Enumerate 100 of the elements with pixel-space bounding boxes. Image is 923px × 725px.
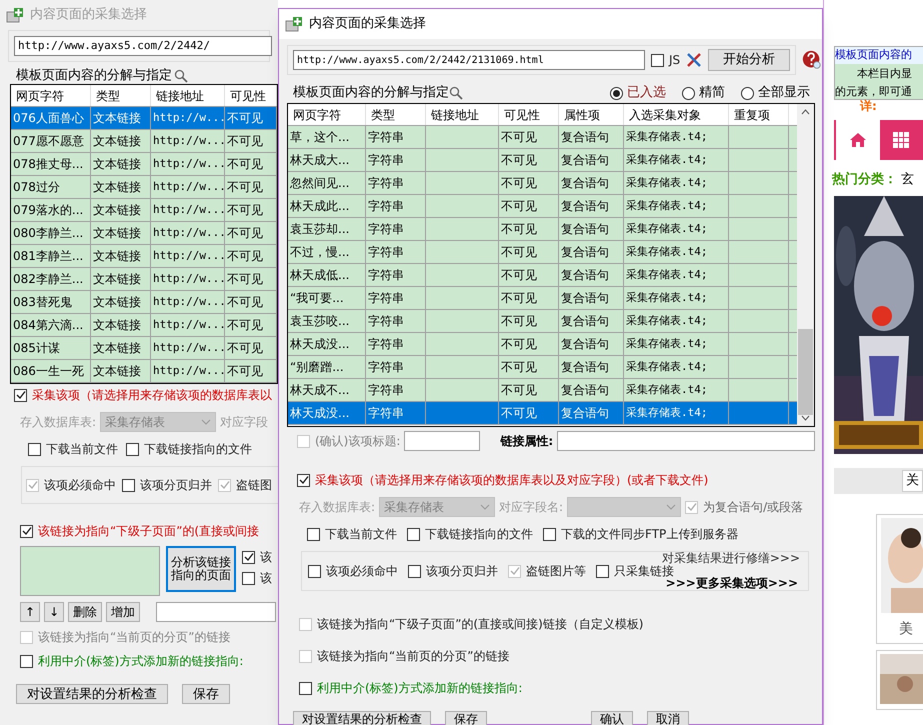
table-row[interactable]: 草，这个... 字符串 不可见 复合语句 采集存储表.t4;: [288, 126, 797, 149]
radio-button[interactable]: [741, 86, 754, 100]
column-header[interactable]: 链接地址: [151, 85, 225, 106]
button[interactable]: 保存: [182, 684, 230, 704]
table-cell: 采集存储表.t4;: [624, 195, 729, 217]
table-row[interactable]: 083替死鬼 文本链接 http://w...不可见: [11, 291, 277, 314]
text-field[interactable]: [557, 431, 816, 451]
table-row[interactable]: 林天成此... 字符串 不可见 复合语句 采集存储表.t4;: [288, 195, 797, 218]
table-cell: 077愿不愿意: [11, 130, 91, 152]
checkbox[interactable]: [408, 564, 421, 578]
analyze-button[interactable]: 分析该链接指向的页面: [166, 546, 236, 592]
checkbox[interactable]: [307, 528, 320, 540]
button[interactable]: 确认: [591, 711, 633, 725]
thumbnail-card[interactable]: [876, 650, 923, 710]
nav-tab[interactable]: [880, 120, 923, 160]
table-row[interactable]: 忽然间见... 字符串 不可见 复合语句 采集存储表.t4;: [288, 172, 797, 195]
table-row[interactable]: 077愿不愿意 文本链接 http://w...不可见: [11, 130, 277, 153]
checkbox[interactable]: [651, 54, 664, 66]
radio-button[interactable]: [610, 86, 623, 100]
text-field[interactable]: [404, 431, 480, 451]
checkbox[interactable]: [297, 474, 310, 486]
checkbox[interactable]: [543, 528, 556, 540]
column-header[interactable]: 入选采集对象: [624, 104, 729, 125]
app-icon: [285, 16, 303, 32]
checkbox[interactable]: [308, 564, 321, 578]
table-row[interactable]: 085计谋 文本链接 http://w...不可见: [11, 337, 277, 360]
thumbnail-card[interactable]: 美: [876, 514, 923, 644]
radio-button[interactable]: [682, 86, 695, 100]
table-row[interactable]: 林天成没... 字符串 不可见 复合语句 采集存储表.t4;: [288, 402, 797, 425]
field-label: 链接属性:: [500, 433, 554, 450]
table-row[interactable]: 袁玉莎却... 字符串 不可见 复合语句 采集存储表.t4;: [288, 218, 797, 241]
scrollbar-thumb[interactable]: [798, 329, 813, 415]
close-button[interactable]: 关: [902, 470, 923, 492]
table-cell: 字符串: [366, 126, 426, 148]
table-row[interactable]: “我可要... 字符串 不可见 复合语句 采集存储表.t4;: [288, 287, 797, 310]
url-field[interactable]: http://www.ayaxs5.com/2/2442/2131069.html: [293, 50, 645, 70]
table-cell: 采集存储表.t4;: [624, 333, 729, 355]
column-header[interactable]: 可见性: [225, 85, 277, 106]
column-header[interactable]: 重复项: [729, 104, 789, 125]
button[interactable]: 取消: [647, 711, 689, 725]
table-cell: 复合语句: [559, 333, 624, 355]
scrollbar[interactable]: [797, 104, 814, 426]
table-row[interactable]: 不过，慢... 字符串 不可见 复合语句 采集存储表.t4;: [288, 241, 797, 264]
table-row[interactable]: 076人面兽心 文本链接 http://w...不可见: [11, 107, 277, 130]
caret-icon: [666, 504, 676, 510]
checkbox[interactable]: [596, 564, 609, 578]
table-cell: “别磨蹭...: [288, 356, 366, 378]
table-row[interactable]: 袁玉莎咬... 字符串 不可见 复合语句 采集存储表.t4;: [288, 310, 797, 333]
table-row[interactable]: 林天成不... 字符串 不可见 复合语句 采集存储表.t4;: [288, 379, 797, 402]
checkbox[interactable]: [407, 528, 420, 540]
table-cell: 不可见: [225, 337, 277, 359]
table-row[interactable]: “别磨蹭... 字符串 不可见 复合语句 采集存储表.t4;: [288, 356, 797, 379]
text-field[interactable]: [156, 602, 276, 622]
column-header[interactable]: 可见性: [499, 104, 559, 125]
button[interactable]: 开始分析: [708, 49, 790, 71]
button[interactable]: 对设置结果的分析检查: [16, 684, 168, 704]
category-link[interactable]: 玄: [901, 170, 914, 190]
checkbox[interactable]: [242, 572, 255, 584]
arrow-button[interactable]: ↑: [20, 602, 40, 622]
table-cell: 草，这个...: [288, 126, 366, 148]
checkbox[interactable]: [14, 388, 27, 402]
url-field[interactable]: http://www.ayaxs5.com/2/2442/: [14, 36, 272, 56]
table-row[interactable]: 078过分 文本链接 http://w...不可见: [11, 176, 277, 199]
button[interactable]: 删除: [68, 602, 102, 622]
column-header[interactable]: 类型: [91, 85, 151, 106]
app-icon: [6, 7, 24, 23]
table-row[interactable]: 084第六滴... 文本链接 http://w...不可见: [11, 314, 277, 337]
table-row[interactable]: 林天成没... 字符串 不可见 复合语句 采集存储表.t4;: [288, 333, 797, 356]
thumbnail-caption: 美: [899, 620, 913, 638]
arrow-button[interactable]: ↓: [44, 602, 64, 622]
column-header[interactable]: 网页字符: [288, 104, 366, 125]
table-cell: 不可见: [499, 310, 559, 332]
checkbox[interactable]: [20, 654, 33, 668]
table-row[interactable]: 078推丈母... 文本链接 http://w...不可见: [11, 153, 277, 176]
checkbox[interactable]: [122, 478, 135, 492]
button[interactable]: 对设置结果的分析检查: [293, 711, 431, 725]
table-row[interactable]: 林天成大... 字符串 不可见 复合语句 采集存储表.t4;: [288, 149, 797, 172]
table-row[interactable]: 079落水的... 文本链接 http://w...不可见: [11, 199, 277, 222]
table-row[interactable]: 081李静兰... 文本链接 http://w...不可见: [11, 245, 277, 268]
group-label: 模板页面内容的分解与指定: [16, 67, 172, 86]
checkbox[interactable]: [126, 442, 139, 456]
info-more: 详:: [860, 100, 877, 112]
button[interactable]: 保存: [445, 711, 487, 725]
table-row[interactable]: 082李静兰... 文本链接 http://w...不可见: [11, 268, 277, 291]
table-cell: 采集存储表.t4;: [624, 149, 729, 171]
column-header[interactable]: 链接地址: [426, 104, 499, 125]
table-cell: 文本链接: [91, 199, 151, 221]
column-header[interactable]: 类型: [366, 104, 426, 125]
checkbox[interactable]: [242, 550, 255, 564]
checkbox[interactable]: [28, 442, 41, 456]
tools-icon: [686, 52, 702, 68]
checkbox[interactable]: [20, 524, 33, 538]
table-row[interactable]: 080李静兰... 文本链接 http://w...不可见: [11, 222, 277, 245]
column-header[interactable]: 网页字符: [11, 85, 91, 106]
checkbox[interactable]: [299, 682, 312, 694]
table-cell: 不可见: [225, 245, 277, 267]
table-row[interactable]: 086一生一死 文本链接 http://w...不可见: [11, 360, 277, 383]
table-row[interactable]: 林天成低... 字符串 不可见 复合语句 采集存储表.t4;: [288, 264, 797, 287]
column-header[interactable]: 属性项: [559, 104, 624, 125]
button[interactable]: 增加: [106, 602, 140, 622]
